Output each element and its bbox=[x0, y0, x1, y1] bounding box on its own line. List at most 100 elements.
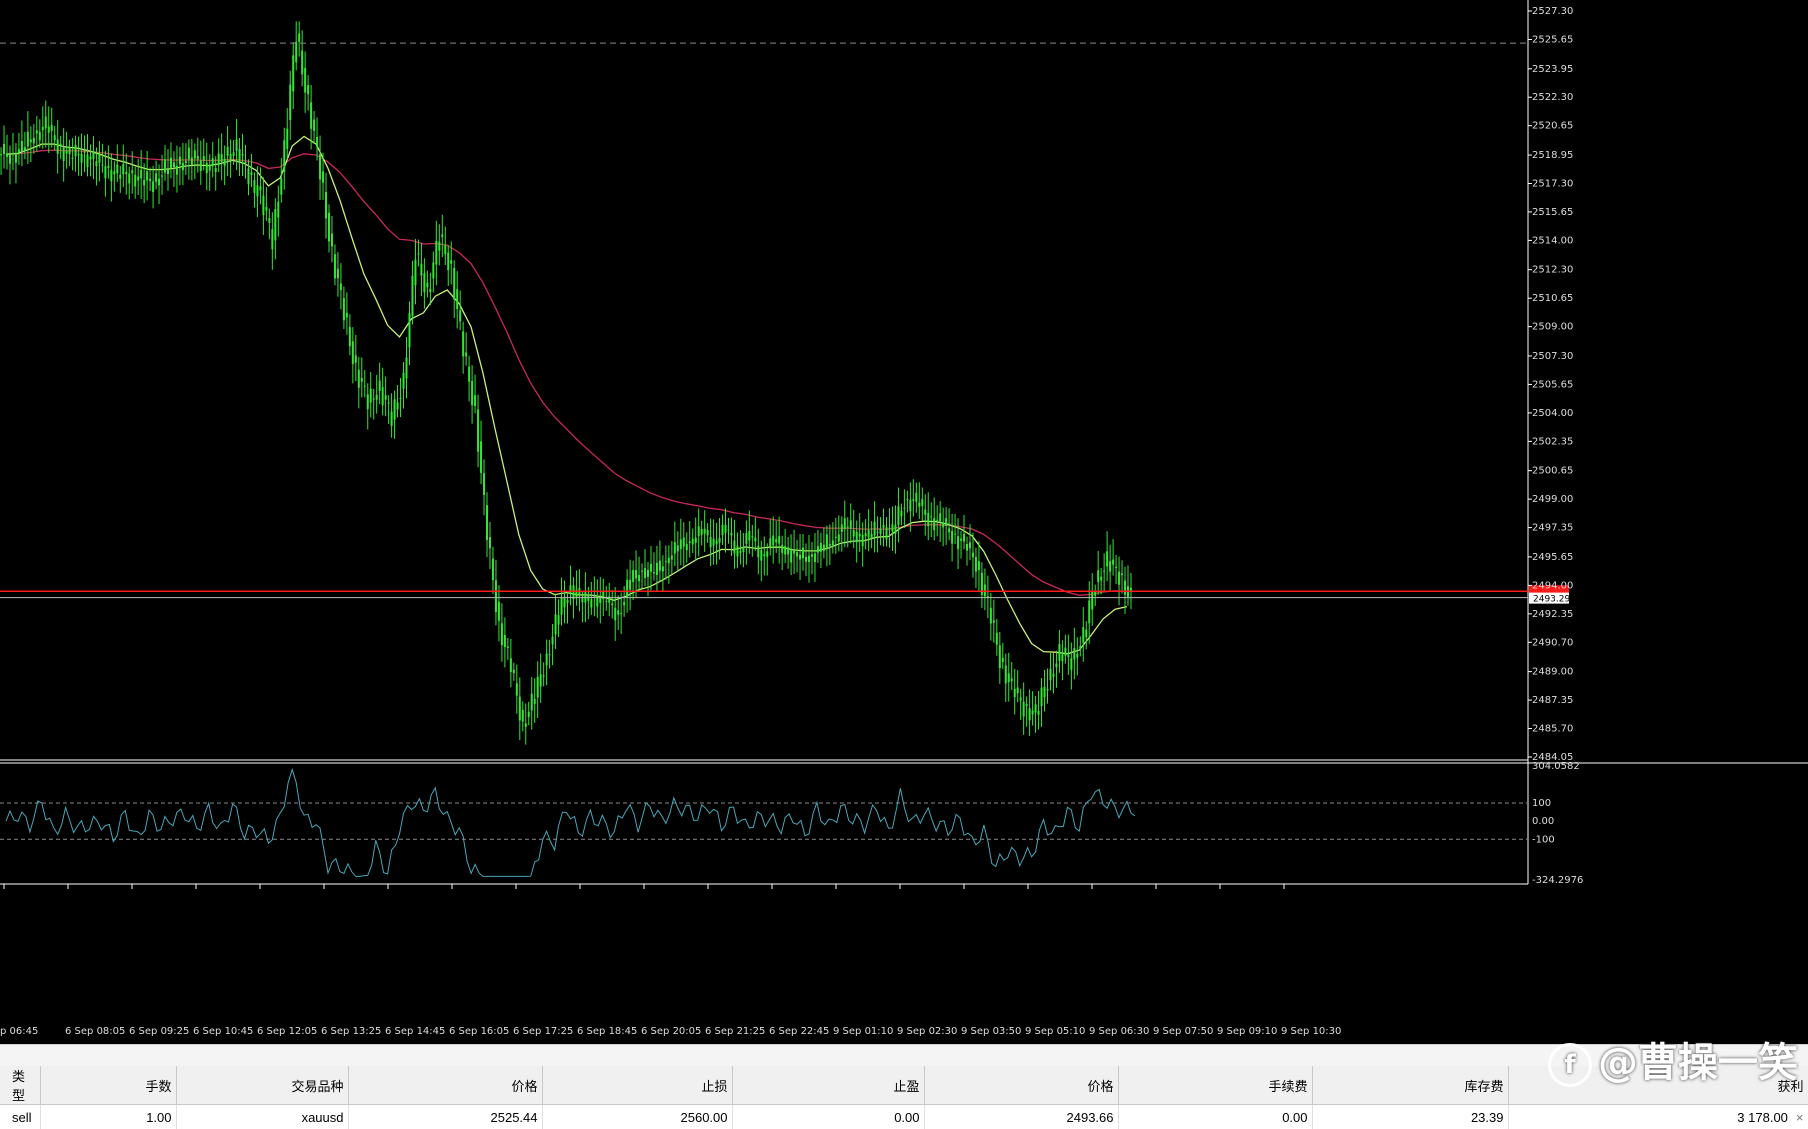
candle-body bbox=[558, 615, 560, 624]
indicator-axis-label: 100 bbox=[1532, 798, 1551, 809]
candle-body bbox=[581, 598, 583, 602]
candle-body bbox=[373, 399, 375, 400]
candle-body bbox=[18, 149, 20, 152]
candle-body bbox=[647, 570, 649, 577]
candle-body bbox=[865, 533, 867, 536]
candle-body bbox=[1052, 674, 1054, 677]
candle-body bbox=[692, 539, 694, 545]
col-header-take-profit[interactable]: 止盈 bbox=[732, 1066, 924, 1105]
col-header-volume[interactable]: 手数 bbox=[40, 1066, 176, 1105]
candle-body bbox=[823, 545, 825, 551]
price-axis-label: 2495.65 bbox=[1532, 552, 1573, 563]
candle-body bbox=[304, 68, 306, 93]
candle-body bbox=[379, 381, 381, 391]
watermark-text: @曹操一笑 bbox=[1598, 1040, 1798, 1086]
candle-body bbox=[1079, 646, 1081, 648]
candle-body bbox=[230, 154, 232, 160]
candle-body bbox=[498, 602, 500, 621]
time-axis-label: 9 Sep 02:30 bbox=[897, 1026, 957, 1037]
candle-body bbox=[1061, 654, 1063, 661]
candle-body bbox=[337, 269, 339, 278]
candle-body bbox=[182, 163, 184, 170]
candle-body bbox=[1109, 561, 1111, 571]
cell-volume: 1.00 bbox=[40, 1105, 176, 1129]
candle-body bbox=[1115, 567, 1117, 568]
candle-body bbox=[310, 102, 312, 128]
table-header-row: 类型 手数 交易品种 价格 止损 止盈 价格 手续费 库存费 获利 bbox=[0, 1066, 1808, 1105]
price-axis-label: 2494.00 bbox=[1532, 580, 1573, 591]
candle-body bbox=[92, 151, 94, 159]
price-axis-label: 2499.00 bbox=[1532, 494, 1573, 505]
candle-body bbox=[975, 557, 977, 572]
price-chart[interactable]: 2493.29 2527.302525.652523.952522.302520… bbox=[0, 0, 1808, 1044]
candle-body bbox=[450, 260, 452, 264]
candle-body bbox=[1067, 655, 1069, 657]
candle-body bbox=[590, 599, 592, 607]
candle-body bbox=[1014, 689, 1016, 697]
candle-body bbox=[218, 153, 220, 164]
candle-body bbox=[1103, 571, 1105, 572]
candle-body bbox=[906, 499, 908, 500]
candle-body bbox=[403, 373, 405, 389]
candle-body bbox=[334, 254, 336, 278]
candle-body bbox=[1011, 679, 1013, 682]
col-header-commission[interactable]: 手续费 bbox=[1118, 1066, 1312, 1105]
col-header-symbol[interactable]: 交易品种 bbox=[176, 1066, 348, 1105]
candle-body bbox=[459, 310, 461, 321]
candle-body bbox=[54, 135, 56, 140]
candle-body bbox=[1044, 687, 1046, 698]
candle-body bbox=[352, 341, 354, 364]
candle-body bbox=[674, 542, 676, 553]
price-axis-label: 2520.65 bbox=[1532, 121, 1573, 132]
indicator-axis-label: 304.0582 bbox=[1532, 761, 1580, 772]
candle-body bbox=[322, 171, 324, 182]
candle-body bbox=[1038, 711, 1040, 715]
table-row[interactable]: sell 1.00 xauusd 2525.44 2560.00 0.00 24… bbox=[0, 1105, 1808, 1129]
candle-body bbox=[519, 697, 521, 721]
candle-body bbox=[552, 637, 554, 645]
candle-body bbox=[641, 571, 643, 572]
candle-body bbox=[179, 157, 181, 165]
col-header-type[interactable]: 类型 bbox=[0, 1066, 40, 1105]
col-header-open-price[interactable]: 价格 bbox=[348, 1066, 542, 1105]
price-axis-label: 2522.30 bbox=[1532, 92, 1573, 103]
candle-body bbox=[555, 614, 557, 634]
col-header-current-price[interactable]: 价格 bbox=[924, 1066, 1118, 1105]
candle-body bbox=[447, 252, 449, 270]
positions-table: 类型 手数 交易品种 价格 止损 止盈 价格 手续费 库存费 获利 sell 1… bbox=[0, 1066, 1808, 1129]
candle-body bbox=[86, 155, 88, 167]
cell-stop-loss[interactable]: 2560.00 bbox=[542, 1105, 732, 1129]
candle-body bbox=[671, 556, 673, 560]
candle-body bbox=[847, 527, 849, 528]
col-header-stop-loss[interactable]: 止损 bbox=[542, 1066, 732, 1105]
candle-body bbox=[742, 547, 744, 552]
candle-body bbox=[754, 537, 756, 541]
time-axis-label: 6 Sep 20:05 bbox=[641, 1026, 701, 1037]
candle-body bbox=[441, 234, 443, 237]
candle-body bbox=[340, 284, 342, 291]
time-axis-label: 9 Sep 09:10 bbox=[1217, 1026, 1277, 1037]
candle-body bbox=[465, 353, 467, 357]
price-axis-label: 2515.65 bbox=[1532, 207, 1573, 218]
candle-body bbox=[972, 553, 974, 558]
chart-window[interactable]: 2493.29 2527.302525.652523.952522.302520… bbox=[0, 0, 1808, 1044]
candle-body bbox=[1032, 710, 1034, 714]
time-axis-label: 6 Sep 10:45 bbox=[193, 1026, 253, 1037]
candle-body bbox=[185, 161, 187, 163]
candle-body bbox=[471, 381, 473, 405]
price-axis-label: 2509.00 bbox=[1532, 322, 1573, 333]
terminal-scrollbar[interactable] bbox=[0, 1044, 1808, 1068]
col-header-swap[interactable]: 库存费 bbox=[1312, 1066, 1508, 1105]
cell-take-profit[interactable]: 0.00 bbox=[732, 1105, 924, 1129]
candle-body bbox=[844, 518, 846, 529]
candle-body bbox=[1020, 697, 1022, 700]
candle-body bbox=[110, 170, 112, 182]
price-bars bbox=[0, 21, 1132, 744]
price-axis-label: 2492.35 bbox=[1532, 609, 1573, 620]
close-position-icon[interactable]: × bbox=[1796, 1110, 1804, 1125]
candle-body bbox=[516, 683, 518, 695]
candle-body bbox=[1023, 702, 1025, 717]
candle-body bbox=[531, 694, 533, 711]
candle-body bbox=[501, 623, 503, 645]
candle-body bbox=[397, 402, 399, 409]
